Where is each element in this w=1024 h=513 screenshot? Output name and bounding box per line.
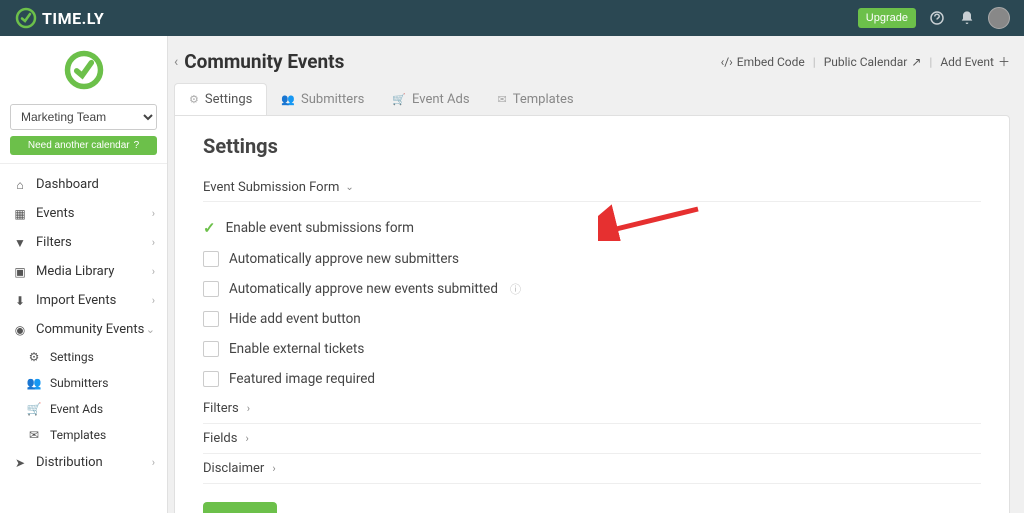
- cart-icon: 🛒: [392, 93, 406, 106]
- nav-filters[interactable]: ▼Filters›: [0, 228, 167, 257]
- sliders-icon: ⚙: [26, 350, 42, 364]
- tab-submitters[interactable]: 👥Submitters: [267, 83, 378, 115]
- settings-panel: Settings Event Submission Form⌄ ✓ Enable…: [174, 115, 1010, 513]
- page-header: ‹ Community Events ‹/›Embed Code | Publi…: [168, 36, 1010, 83]
- question-icon: ?: [134, 140, 140, 151]
- envelope-icon: ✉: [26, 428, 42, 442]
- section-filters[interactable]: Filters›: [203, 394, 981, 424]
- topbar-actions: Upgrade: [858, 7, 1010, 29]
- check-circle-icon: [62, 48, 106, 92]
- sidebar: Marketing Team Need another calendar ? ⌂…: [0, 36, 168, 513]
- gear-icon: ⚙: [189, 93, 199, 106]
- tabs: ⚙Settings 👥Submitters 🛒Event Ads ✉Templa…: [168, 83, 1010, 115]
- public-calendar-link[interactable]: Public Calendar ↗: [824, 55, 922, 69]
- chevron-right-icon: ›: [152, 456, 155, 469]
- nav-distribution[interactable]: ➤Distribution›: [0, 448, 167, 477]
- calendar-icon: ▦: [12, 207, 28, 221]
- users-icon: 👥: [26, 376, 42, 390]
- nav-community-templates[interactable]: ✉Templates: [14, 422, 167, 448]
- section-disclaimer[interactable]: Disclaimer›: [203, 454, 981, 484]
- chevron-right-icon: ›: [247, 402, 250, 415]
- chevron-right-icon: ›: [152, 265, 155, 278]
- code-icon: ‹/›: [721, 55, 733, 69]
- section-event-submission-form[interactable]: Event Submission Form⌄: [203, 174, 981, 202]
- users-icon: 👥: [281, 93, 295, 106]
- check-circle-icon: [14, 6, 38, 30]
- tab-templates[interactable]: ✉Templates: [484, 83, 588, 115]
- brand-logo: TIME.LY: [14, 6, 104, 30]
- option-hide-add-event[interactable]: Hide add event button: [203, 304, 981, 334]
- nav-community[interactable]: ◉Community Events⌄: [0, 315, 167, 344]
- envelope-icon: ✉: [498, 93, 507, 106]
- nav: ⌂Dashboard ▦Events› ▼Filters› ▣Media Lib…: [0, 164, 167, 513]
- support-icon[interactable]: [928, 9, 946, 27]
- chevron-down-icon: ⌄: [146, 323, 155, 336]
- option-auto-approve-events[interactable]: Automatically approve new events submitt…: [203, 274, 981, 304]
- option-external-tickets[interactable]: Enable external tickets: [203, 334, 981, 364]
- home-icon: ⌂: [12, 178, 28, 192]
- panel-heading: Settings: [203, 134, 981, 158]
- chevron-right-icon: ›: [272, 462, 275, 475]
- download-icon: ⬇: [12, 294, 28, 308]
- nav-community-submitters[interactable]: 👥Submitters: [14, 370, 167, 396]
- back-button[interactable]: ‹: [174, 54, 178, 70]
- need-calendar-button[interactable]: Need another calendar ?: [10, 136, 157, 155]
- nav-community-settings[interactable]: ⚙Settings: [14, 344, 167, 370]
- external-link-icon: ↗: [911, 55, 921, 69]
- save-button[interactable]: ✔Save: [203, 502, 277, 513]
- header-actions: ‹/›Embed Code | Public Calendar ↗ | Add …: [721, 53, 1010, 70]
- cart-icon: 🛒: [26, 402, 42, 416]
- page-title: Community Events: [184, 50, 344, 73]
- nav-dashboard[interactable]: ⌂Dashboard: [0, 170, 167, 199]
- nav-media[interactable]: ▣Media Library›: [0, 257, 167, 286]
- tab-settings[interactable]: ⚙Settings: [174, 83, 267, 115]
- option-featured-image-required[interactable]: Featured image required: [203, 364, 981, 394]
- filter-icon: ▼: [12, 236, 28, 250]
- chevron-down-icon: ⌄: [345, 182, 353, 193]
- nav-events[interactable]: ▦Events›: [0, 199, 167, 228]
- sidebar-logo: [10, 48, 157, 96]
- globe-icon: ◉: [12, 323, 28, 337]
- brand-name: TIME.LY: [42, 9, 104, 28]
- send-icon: ➤: [12, 456, 28, 470]
- upgrade-button[interactable]: Upgrade: [858, 8, 916, 28]
- chevron-right-icon: ›: [152, 207, 155, 220]
- check-icon: ✓: [203, 219, 216, 237]
- image-icon: ▣: [12, 265, 28, 279]
- option-auto-approve-submitters[interactable]: Automatically approve new submitters: [203, 244, 981, 274]
- checkbox-icon: [203, 371, 219, 387]
- section-fields[interactable]: Fields›: [203, 424, 981, 454]
- add-event-button[interactable]: Add Event ＋: [940, 53, 1010, 70]
- embed-code-link[interactable]: ‹/›Embed Code: [721, 55, 805, 69]
- avatar[interactable]: [988, 7, 1010, 29]
- checkbox-icon: [203, 341, 219, 357]
- nav-import[interactable]: ⬇Import Events›: [0, 286, 167, 315]
- option-enable-submissions[interactable]: ✓ Enable event submissions form: [203, 212, 981, 244]
- chevron-right-icon: ›: [152, 294, 155, 307]
- bell-icon[interactable]: [958, 9, 976, 27]
- chevron-right-icon: ›: [152, 236, 155, 249]
- tab-event-ads[interactable]: 🛒Event Ads: [378, 83, 483, 115]
- team-selector[interactable]: Marketing Team: [10, 104, 157, 130]
- checkbox-icon: [203, 281, 219, 297]
- checkbox-icon: [203, 311, 219, 327]
- main-content: ‹ Community Events ‹/›Embed Code | Publi…: [168, 36, 1024, 513]
- checkbox-icon: [203, 251, 219, 267]
- topbar: TIME.LY Upgrade: [0, 0, 1024, 36]
- plus-icon: ＋: [998, 53, 1010, 70]
- chevron-right-icon: ›: [245, 432, 248, 445]
- nav-community-event-ads[interactable]: 🛒Event Ads: [14, 396, 167, 422]
- info-icon[interactable]: ⓘ: [510, 281, 521, 297]
